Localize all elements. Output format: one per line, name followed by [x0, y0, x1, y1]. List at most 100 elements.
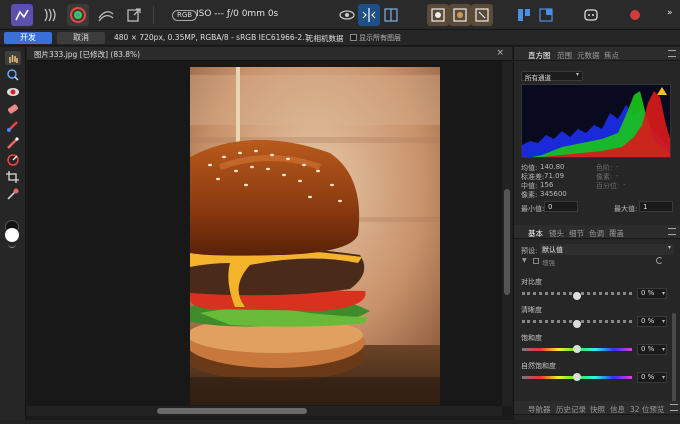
- tab-32bit-preview[interactable]: 32 位预览: [630, 404, 664, 415]
- tab-details[interactable]: 细节: [569, 228, 584, 239]
- clarity-slider[interactable]: [522, 320, 632, 328]
- tab-metadata[interactable]: 元数据: [577, 50, 600, 61]
- vertical-scroll-thumb[interactable]: [504, 189, 510, 295]
- color-mode-badge[interactable]: RGB: [172, 10, 198, 21]
- horizontal-scroll-thumb[interactable]: [157, 408, 307, 414]
- adj-label: 对比度: [521, 278, 542, 286]
- channel-select-value: 所有通道: [525, 74, 551, 82]
- panel-menu-icon[interactable]: [668, 50, 676, 57]
- liquify-persona-icon[interactable]: [39, 4, 61, 26]
- image-info: 480 × 720px, 0.35MP, RGBA/8 - sRGB IEC61…: [114, 33, 310, 42]
- slider-knob[interactable]: [573, 292, 581, 300]
- tools-panel: [0, 47, 26, 420]
- close-document-icon[interactable]: ×: [496, 48, 504, 58]
- view-mode-icon[interactable]: [336, 4, 358, 26]
- adj-label: 饱和度: [521, 334, 542, 342]
- adj-value: 0 %: [641, 345, 655, 353]
- tab-basic[interactable]: 基本: [528, 228, 543, 239]
- tab-tones[interactable]: 色调: [589, 228, 604, 239]
- split-view-icon[interactable]: [358, 4, 380, 26]
- tab-overlays[interactable]: 覆盖: [609, 228, 624, 239]
- toolbar-overflow[interactable]: »: [667, 8, 673, 18]
- preset-select[interactable]: 默认值 ▾: [540, 244, 674, 255]
- basic-panel-tabs: 基本 镜头 细节 色调 覆盖: [514, 225, 680, 239]
- collapse-arrow-icon[interactable]: ▼: [522, 257, 527, 264]
- no-camera-data-label: 无相机数据: [306, 34, 344, 43]
- clipping-shadows-icon[interactable]: [471, 4, 493, 26]
- panel-menu-icon[interactable]: [668, 228, 676, 235]
- saturation-slider[interactable]: [522, 345, 632, 353]
- show-overlays-checkbox[interactable]: [350, 34, 357, 41]
- max-field-value: 1: [643, 203, 648, 211]
- retouch-tool-icon[interactable]: [5, 153, 21, 167]
- clipping-midtones-icon[interactable]: [449, 4, 471, 26]
- canvas-area[interactable]: [27, 61, 502, 406]
- clone-brush-icon[interactable]: [5, 119, 21, 133]
- clipping-highlights-icon[interactable]: [427, 4, 449, 26]
- right-panels: 直方图 范围 元数据 焦点 所有通道 ▾ 均值: 140.80 标准差: 71.…: [513, 47, 680, 420]
- tone-map-persona-icon[interactable]: [95, 4, 117, 26]
- tab-snapshots[interactable]: 快照: [590, 404, 605, 415]
- tab-info[interactable]: 信息: [610, 404, 625, 415]
- slider-knob[interactable]: [573, 345, 581, 353]
- mirror-view-icon[interactable]: [380, 4, 402, 26]
- document-tab[interactable]: 图片333.jpg [已修改] (83.8%) ×: [27, 47, 512, 61]
- tab-lens[interactable]: 镜头: [549, 228, 564, 239]
- slider-knob[interactable]: [573, 320, 581, 328]
- snapping-icon[interactable]: [535, 4, 557, 26]
- zoom-tool-icon[interactable]: [5, 68, 21, 82]
- vertical-scrollbar[interactable]: [502, 61, 512, 406]
- adj-label: 自然饱和度: [521, 362, 556, 370]
- horizontal-scrollbar[interactable]: [27, 406, 502, 416]
- vibrance-slider[interactable]: [522, 373, 632, 381]
- cancel-button[interactable]: 取消: [57, 32, 105, 44]
- panel-scrollbar[interactable]: [672, 313, 676, 403]
- tab-navigator[interactable]: 导航器: [528, 404, 551, 415]
- adjustments-list[interactable]: ▼ 增强 对比度 0 % ▾ 清晰度 0 % ▾ 饱和度 0 % ▾ 自然饱和度…: [514, 257, 680, 404]
- color-persona-icon[interactable]: [67, 4, 89, 26]
- min-field-value: 0: [548, 203, 553, 211]
- hand-tool-icon[interactable]: [5, 51, 21, 65]
- min-field[interactable]: 0: [544, 201, 578, 212]
- red-eye-tool-icon[interactable]: [5, 85, 21, 99]
- chevron-down-icon[interactable]: ▾: [662, 374, 665, 381]
- warning-dot-icon[interactable]: [624, 4, 646, 26]
- panel-menu-icon[interactable]: [670, 404, 678, 411]
- level-value: -: [616, 163, 619, 171]
- adj-value: 0 %: [641, 289, 655, 297]
- max-field[interactable]: 1: [639, 201, 673, 212]
- channel-select[interactable]: 所有通道 ▾: [521, 71, 583, 82]
- camera-info: ISO --- ƒ/0 0mm 0s: [196, 9, 279, 19]
- stddev-value: 71.09: [544, 172, 565, 180]
- tab-histogram[interactable]: 直方图: [528, 50, 551, 61]
- enhance-label: 增强: [542, 259, 555, 267]
- chevron-down-icon[interactable]: ▾: [662, 346, 665, 353]
- develop-button[interactable]: 开发: [4, 32, 52, 44]
- slider-knob[interactable]: [573, 373, 581, 381]
- crop-tool-icon[interactable]: [5, 170, 21, 184]
- white-balance-tool-icon[interactable]: [5, 187, 21, 201]
- reset-icon[interactable]: [656, 257, 663, 264]
- percentile-label: 百分位:: [596, 182, 620, 190]
- secondary-color-swatch[interactable]: [5, 228, 19, 242]
- contrast-slider[interactable]: [522, 292, 632, 300]
- assistant-chat-icon[interactable]: [580, 4, 602, 26]
- pixels-label: 像素:: [521, 191, 538, 199]
- tab-history[interactable]: 历史记录: [556, 404, 586, 415]
- swap-colors-icon[interactable]: [8, 243, 16, 248]
- preset-select-value: 默认值: [542, 246, 563, 254]
- develop-persona-icon[interactable]: [11, 4, 33, 26]
- show-overlays-label: 显示所有图层: [359, 34, 401, 42]
- export-persona-icon[interactable]: [123, 4, 145, 26]
- chevron-down-icon[interactable]: ▾: [662, 318, 665, 325]
- tab-focus[interactable]: 焦点: [604, 50, 619, 61]
- tab-scope[interactable]: 范围: [557, 50, 572, 61]
- adj-label: 清晰度: [521, 306, 542, 314]
- inpainting-brush-icon[interactable]: [5, 136, 21, 150]
- chevron-down-icon[interactable]: ▾: [662, 290, 665, 297]
- blemish-tool-icon[interactable]: [5, 102, 21, 116]
- assistant-panel-icon[interactable]: [513, 4, 535, 26]
- enhance-checkbox[interactable]: [533, 258, 539, 264]
- percentile-value: -: [623, 181, 626, 189]
- preset-label: 预设:: [521, 247, 538, 255]
